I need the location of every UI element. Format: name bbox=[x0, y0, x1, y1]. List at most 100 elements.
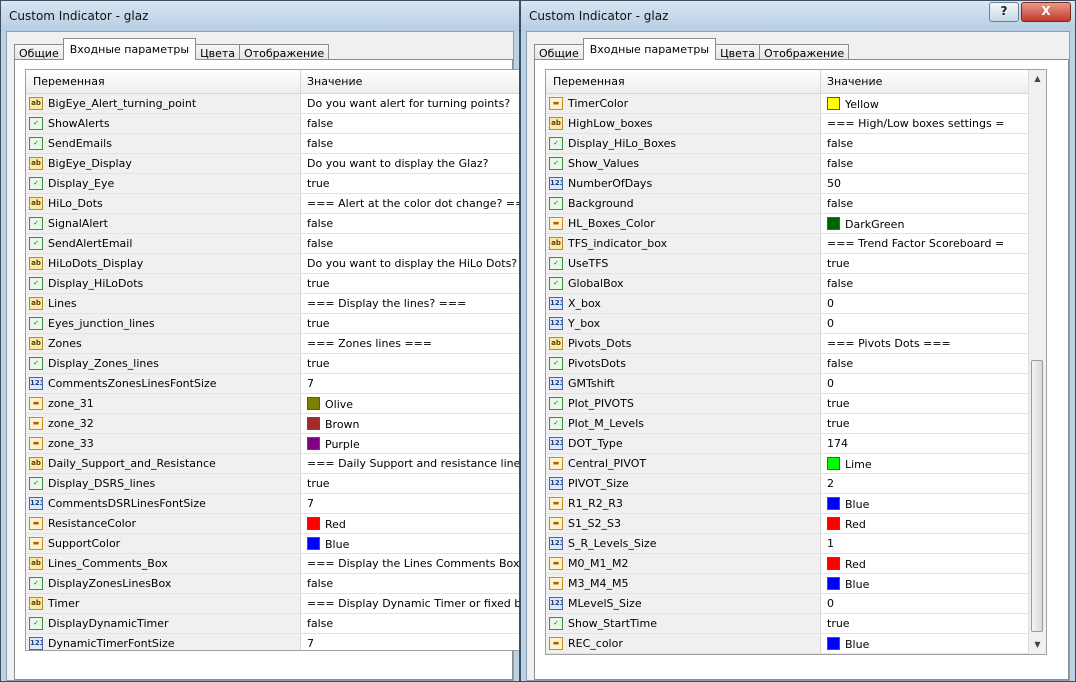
parameter-value[interactable]: Lime bbox=[827, 457, 872, 471]
parameter-value[interactable]: false bbox=[827, 137, 853, 150]
parameter-value[interactable]: === Alert at the color dot change? === bbox=[307, 197, 519, 210]
parameter-value[interactable]: Blue bbox=[307, 537, 349, 551]
parameter-row[interactable]: 123 CommentsZonesLinesFontSize 7 bbox=[26, 374, 519, 394]
parameter-row[interactable]: ✓ Display_Eye true bbox=[26, 174, 519, 194]
parameter-row[interactable]: ab Pivots_Dots === Pivots Dots === bbox=[546, 334, 1046, 354]
parameter-row[interactable]: ab Zones === Zones lines === bbox=[26, 334, 519, 354]
parameter-row[interactable]: ab HiLoDots_Display Do you want to display… bbox=[26, 254, 519, 274]
parameter-value[interactable]: Olive bbox=[307, 397, 353, 411]
parameter-value[interactable]: false bbox=[827, 277, 853, 290]
parameter-row[interactable]: ✓ Display_HiLo_Boxes false bbox=[546, 134, 1046, 154]
parameter-value[interactable]: true bbox=[307, 357, 330, 370]
parameter-row[interactable]: ▬ S1_S2_S3 Red bbox=[546, 514, 1046, 534]
parameter-row[interactable]: ▬ R1_R2_R3 Blue bbox=[546, 494, 1046, 514]
parameter-row[interactable]: 123 PIVOT_Size 2 bbox=[546, 474, 1046, 494]
parameter-row[interactable]: 123 DOT_Type 174 bbox=[546, 434, 1046, 454]
parameter-row[interactable]: ✓ SendEmails false bbox=[26, 134, 519, 154]
parameter-value[interactable]: true bbox=[307, 177, 330, 190]
parameter-row[interactable]: ✓ Display_DSRS_lines true bbox=[26, 474, 519, 494]
close-button[interactable]: X bbox=[1021, 2, 1071, 22]
left-title-bar[interactable]: Custom Indicator - glaz bbox=[1, 1, 519, 31]
parameter-row[interactable]: ▬ zone_31 Olive bbox=[26, 394, 519, 414]
scroll-up-icon[interactable]: ▲ bbox=[1029, 71, 1046, 87]
parameter-row[interactable]: ▬ zone_32 Brown bbox=[26, 414, 519, 434]
parameter-row[interactable]: ab Daily_Support_and_Resistance === Daily … bbox=[26, 454, 519, 474]
parameter-row[interactable]: ab Lines_Comments_Box === Display the Line… bbox=[26, 554, 519, 574]
parameter-row[interactable]: ✓ UseTFS true bbox=[546, 254, 1046, 274]
parameter-row[interactable]: ▬ ResistanceColor Red bbox=[26, 514, 519, 534]
parameter-value[interactable]: DarkGreen bbox=[827, 217, 904, 231]
parameter-value[interactable]: === Display the lines? === bbox=[307, 297, 466, 310]
parameter-row[interactable]: ab Timer === Display Dynamic Timer or fixe… bbox=[26, 594, 519, 614]
parameter-value[interactable]: === Zones lines === bbox=[307, 337, 432, 350]
parameter-row[interactable]: ✓ PivotsDots false bbox=[546, 354, 1046, 374]
parameter-row[interactable]: ✓ Plot_M_Levels true bbox=[546, 414, 1046, 434]
parameter-row[interactable]: ▬ M0_M1_M2 Red bbox=[546, 554, 1046, 574]
scrollbar-thumb[interactable] bbox=[1031, 360, 1043, 632]
parameter-row[interactable]: 123 GMTshift 0 bbox=[546, 374, 1046, 394]
parameter-value[interactable]: true bbox=[307, 477, 330, 490]
parameter-row[interactable]: ✓ Show_StartTime true bbox=[546, 614, 1046, 634]
parameter-row[interactable]: ▬ Central_PIVOT Lime bbox=[546, 454, 1046, 474]
parameter-value[interactable]: Red bbox=[827, 517, 866, 531]
parameter-row[interactable]: ab TFS_indicator_box === Trend Factor Scor… bbox=[546, 234, 1046, 254]
parameter-value[interactable]: === Pivots Dots === bbox=[827, 337, 951, 350]
parameter-row[interactable]: ✓ Show_Values false bbox=[546, 154, 1046, 174]
parameter-row[interactable]: ab HiLo_Dots === Alert at the color dot ch… bbox=[26, 194, 519, 214]
parameter-row[interactable]: 123 MLevelS_Size 0 bbox=[546, 594, 1046, 614]
parameter-value[interactable]: 1 bbox=[827, 537, 834, 550]
parameter-row[interactable]: ab BigEye_Alert_turning_point Do you want … bbox=[26, 94, 519, 114]
parameter-value[interactable]: Blue bbox=[827, 637, 869, 651]
parameter-value[interactable]: false bbox=[827, 197, 853, 210]
parameter-value[interactable]: true bbox=[307, 277, 330, 290]
parameter-row[interactable]: ab HighLow_boxes === High/Low boxes settin… bbox=[546, 114, 1046, 134]
parameter-row[interactable]: 123 CommentsDSRLinesFontSize 7 bbox=[26, 494, 519, 514]
parameter-value[interactable]: Do you want alert for turning points? bbox=[307, 97, 510, 110]
parameter-value[interactable]: false bbox=[307, 577, 333, 590]
parameter-value[interactable]: 0 bbox=[827, 377, 834, 390]
parameter-value[interactable]: 0 bbox=[827, 597, 834, 610]
parameter-value[interactable]: true bbox=[307, 317, 330, 330]
parameter-value[interactable]: Blue bbox=[827, 497, 869, 511]
parameter-row[interactable]: 123 DynamicTimerFontSize 7 bbox=[26, 634, 519, 650]
parameter-value[interactable]: Red bbox=[827, 557, 866, 571]
parameter-row[interactable]: ✓ ShowAlerts false bbox=[26, 114, 519, 134]
parameter-value[interactable]: false bbox=[307, 217, 333, 230]
parameter-row[interactable]: 123 S_R_Levels_Size 1 bbox=[546, 534, 1046, 554]
parameter-value[interactable]: false bbox=[307, 117, 333, 130]
left-header-variable[interactable]: Переменная bbox=[33, 75, 105, 88]
scroll-down-icon[interactable]: ▼ bbox=[1029, 637, 1046, 653]
parameter-row[interactable]: ✓ Background false bbox=[546, 194, 1046, 214]
parameter-row[interactable]: ▬ TimerColor Yellow bbox=[546, 94, 1046, 114]
parameter-row[interactable]: ▬ REC_color Blue bbox=[546, 634, 1046, 654]
parameter-value[interactable]: 50 bbox=[827, 177, 841, 190]
parameter-value[interactable]: 7 bbox=[307, 637, 314, 650]
parameter-row[interactable]: ✓ SignalAlert false bbox=[26, 214, 519, 234]
parameter-value[interactable]: Do you want to display the HiLo Dots? bbox=[307, 257, 517, 270]
parameter-value[interactable]: false bbox=[307, 617, 333, 630]
right-tab-inputs[interactable]: Входные параметры bbox=[582, 38, 717, 60]
parameter-row[interactable]: ✓ SendAlertEmail false bbox=[26, 234, 519, 254]
parameter-value[interactable]: false bbox=[827, 357, 853, 370]
parameter-value[interactable]: 174 bbox=[827, 437, 848, 450]
parameter-value[interactable]: Purple bbox=[307, 437, 360, 451]
parameter-value[interactable]: Red bbox=[307, 517, 346, 531]
right-header-variable[interactable]: Переменная bbox=[553, 75, 625, 88]
parameter-value[interactable]: 0 bbox=[827, 297, 834, 310]
parameter-value[interactable]: === Daily Support and resistance lines =… bbox=[307, 457, 519, 470]
parameter-value[interactable]: false bbox=[307, 137, 333, 150]
parameter-value[interactable]: === Display the Lines Comments Box? === bbox=[307, 557, 519, 570]
parameter-value[interactable]: true bbox=[827, 257, 850, 270]
parameter-row[interactable]: 123 NumberOfDays 50 bbox=[546, 174, 1046, 194]
parameter-value[interactable]: === Trend Factor Scoreboard = bbox=[827, 237, 1004, 250]
parameter-value[interactable]: Blue bbox=[827, 577, 869, 591]
parameter-value[interactable]: 7 bbox=[307, 497, 314, 510]
parameter-value[interactable]: true bbox=[827, 417, 850, 430]
parameter-value[interactable]: Yellow bbox=[827, 97, 879, 111]
parameter-value[interactable]: false bbox=[827, 157, 853, 170]
parameter-value[interactable]: 2 bbox=[827, 477, 834, 490]
parameter-row[interactable]: ✓ GlobalBox false bbox=[546, 274, 1046, 294]
parameter-row[interactable]: ▬ M3_M4_M5 Blue bbox=[546, 574, 1046, 594]
parameter-row[interactable]: ▬ HL_Boxes_Color DarkGreen bbox=[546, 214, 1046, 234]
parameter-value[interactable]: false bbox=[307, 237, 333, 250]
